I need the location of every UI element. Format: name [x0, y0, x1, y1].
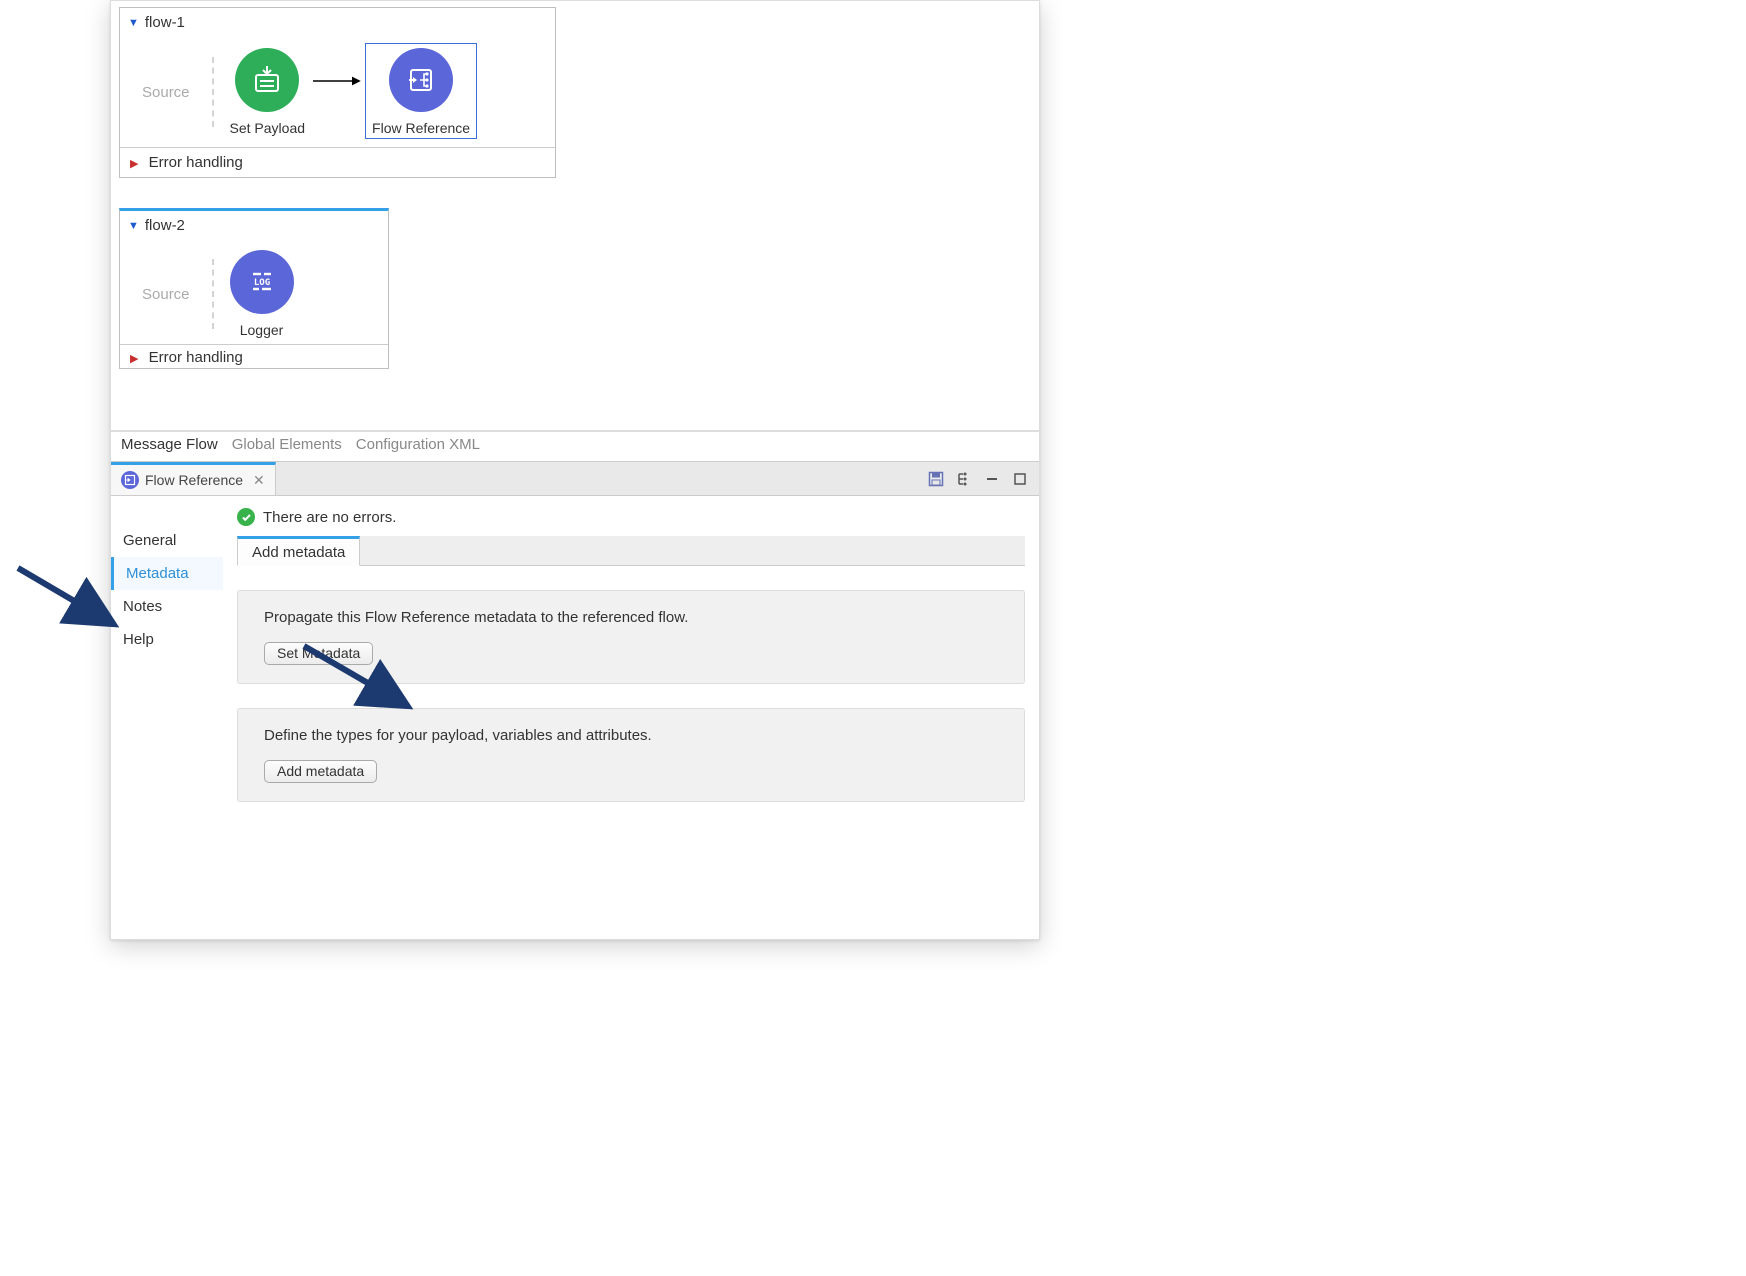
define-description: Define the types for your payload, varia…	[264, 727, 998, 744]
tab-global-elements[interactable]: Global Elements	[232, 436, 342, 453]
sidebar-item-help[interactable]: Help	[111, 623, 223, 656]
properties-toolbar	[927, 462, 1039, 495]
metadata-subtabs: Add metadata	[237, 536, 1025, 566]
sidebar-item-metadata[interactable]: Metadata	[111, 557, 223, 590]
set-payload-icon	[235, 48, 299, 112]
tree-icon[interactable]	[955, 470, 973, 488]
flow-body: Source Set Payload	[120, 39, 555, 147]
define-types-box: Define the types for your payload, varia…	[237, 708, 1025, 802]
minimize-icon[interactable]	[983, 470, 1001, 488]
close-icon[interactable]: ✕	[253, 472, 265, 489]
expand-triangle-icon: ▼	[128, 220, 139, 232]
add-metadata-button[interactable]: Add metadata	[264, 760, 377, 783]
properties-tab-title: Flow Reference	[145, 472, 243, 488]
flow-canvas: ▼ flow-1 Source	[111, 1, 1039, 431]
tab-message-flow[interactable]: Message Flow	[121, 436, 218, 453]
propagate-description: Propagate this Flow Reference metadata t…	[264, 609, 998, 626]
properties-body: General Metadata Notes Help There are no…	[111, 496, 1039, 822]
node-label: Flow Reference	[372, 120, 470, 136]
node-label: Logger	[240, 322, 284, 338]
status-row: There are no errors.	[237, 508, 1025, 526]
svg-text:LOG: LOG	[253, 278, 269, 288]
ok-check-icon	[237, 508, 255, 526]
sidebar-item-general[interactable]: General	[111, 524, 223, 557]
flow-body: Source LOG Logger	[120, 242, 388, 344]
error-handling-row[interactable]: ▶ Error handling	[120, 147, 555, 177]
connector-arrow	[311, 74, 365, 110]
error-handling-row[interactable]: ▶ Error handling	[120, 344, 388, 368]
flow-container-flow2[interactable]: ▼ flow-2 Source LOG	[119, 208, 389, 369]
properties-tab-flow-reference[interactable]: Flow Reference ✕	[111, 462, 276, 495]
flow-header-flow1[interactable]: ▼ flow-1	[120, 8, 555, 39]
node-logger[interactable]: LOG Logger	[230, 250, 294, 338]
application-window: ▼ flow-1 Source	[110, 0, 1040, 940]
set-metadata-button[interactable]: Set Metadata	[264, 642, 373, 665]
flow-header-flow2[interactable]: ▼ flow-2	[120, 211, 388, 242]
maximize-icon[interactable]	[1011, 470, 1029, 488]
collapse-triangle-icon: ▶	[130, 353, 138, 365]
save-icon[interactable]	[927, 470, 945, 488]
properties-panel: Flow Reference ✕	[111, 461, 1039, 822]
logger-icon: LOG	[230, 250, 294, 314]
flow-container-flow1[interactable]: ▼ flow-1 Source	[119, 7, 556, 178]
propagate-metadata-box: Propagate this Flow Reference metadata t…	[237, 590, 1025, 684]
canvas-tabs: Message Flow Global Elements Configurati…	[111, 431, 1039, 461]
flow-reference-mini-icon	[121, 471, 139, 489]
tab-configuration-xml[interactable]: Configuration XML	[356, 436, 480, 453]
source-slot[interactable]: Source	[134, 259, 214, 329]
expand-triangle-icon: ▼	[128, 17, 139, 29]
sidebar-item-notes[interactable]: Notes	[111, 590, 223, 623]
flow-name: flow-2	[145, 217, 185, 234]
collapse-triangle-icon: ▶	[130, 158, 138, 170]
properties-sidebar: General Metadata Notes Help	[111, 496, 223, 822]
properties-tabbar: Flow Reference ✕	[111, 462, 1039, 496]
node-set-payload[interactable]: Set Payload	[230, 48, 306, 136]
source-slot[interactable]: Source	[134, 57, 214, 127]
flow-reference-icon	[389, 48, 453, 112]
subtab-add-metadata[interactable]: Add metadata	[237, 536, 360, 566]
flow-name: flow-1	[145, 14, 185, 31]
node-label: Set Payload	[230, 120, 306, 136]
status-text: There are no errors.	[263, 509, 396, 526]
node-flow-reference[interactable]: Flow Reference	[365, 43, 477, 139]
properties-main: There are no errors. Add metadata Propag…	[223, 496, 1039, 822]
